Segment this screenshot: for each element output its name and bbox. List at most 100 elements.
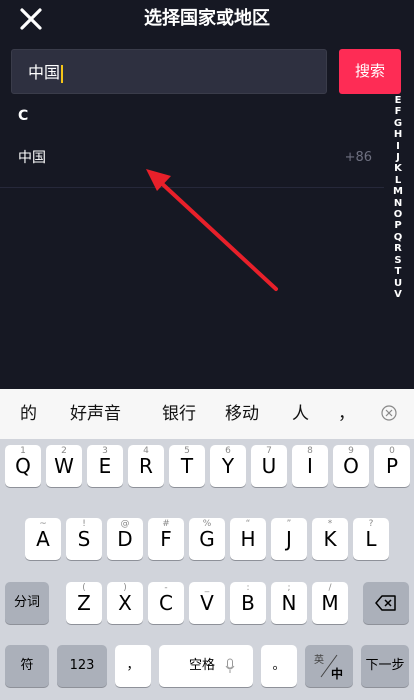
key-d[interactable]: @ D: [107, 518, 143, 560]
page-title: 选择国家或地区: [144, 8, 270, 29]
key-t[interactable]: 5T: [169, 445, 205, 487]
candidate-word[interactable]: 人: [292, 389, 309, 439]
key-w[interactable]: 2W: [46, 445, 82, 487]
alphabet-index-bar[interactable]: EFGHIJKLMNOPQRSTUV: [388, 95, 408, 300]
index-letter-h[interactable]: H: [388, 129, 408, 140]
fenci-key[interactable]: 分词: [5, 582, 49, 624]
key-label: H: [240, 527, 256, 551]
key-label: 分词: [13, 595, 40, 610]
index-letter-n[interactable]: N: [388, 198, 408, 209]
key-j[interactable]: ” J: [271, 518, 307, 560]
key-q[interactable]: 1Q: [5, 445, 41, 487]
close-icon[interactable]: [18, 6, 44, 32]
key-label: ，: [126, 658, 140, 673]
section-letter: C: [18, 108, 29, 124]
key-label: C: [159, 591, 173, 615]
index-letter-l[interactable]: L: [388, 175, 408, 186]
key-f[interactable]: # F: [148, 518, 184, 560]
space-key[interactable]: 空格: [159, 645, 253, 687]
key-e[interactable]: 3E: [87, 445, 123, 487]
key-z[interactable]: (Z: [66, 582, 102, 624]
index-letter-i[interactable]: I: [388, 141, 408, 152]
key-b[interactable]: :B: [230, 582, 266, 624]
key-label: K: [323, 527, 337, 551]
country-picker-screen: 选择国家或地区 中国 搜索 C 中国 +86 EFGHIJKLMNOPQRSTU…: [0, 0, 414, 389]
candidate-word[interactable]: 移动: [225, 389, 259, 439]
period-key[interactable]: 。: [261, 645, 297, 687]
close-candidates-icon[interactable]: [380, 404, 398, 422]
index-letter-g[interactable]: G: [388, 118, 408, 129]
key-label: N: [281, 591, 297, 615]
key-p[interactable]: 0P: [374, 445, 410, 487]
candidate-word[interactable]: ，: [338, 389, 355, 439]
backspace-key[interactable]: [363, 582, 409, 624]
key-l[interactable]: ? L: [353, 518, 389, 560]
search-input-value: 中国: [28, 63, 61, 82]
index-letter-e[interactable]: E: [388, 95, 408, 106]
index-letter-f[interactable]: F: [388, 106, 408, 117]
search-input[interactable]: 中国: [11, 49, 327, 94]
key-label: T: [180, 454, 194, 478]
key-label: J: [286, 527, 292, 551]
index-letter-q[interactable]: Q: [388, 232, 408, 243]
country-row-china[interactable]: 中国 +86: [0, 140, 384, 188]
key-i[interactable]: 8I: [292, 445, 328, 487]
country-dial-code: +86: [344, 150, 372, 165]
ime-keyboard: 的好声音 银行 移动人 ， 1 Q 2 W 3 E 4 R 5 T 6 Y 7 U 8 I 9 O 0 P ~ A! S @ D # F%…: [0, 389, 414, 700]
index-letter-t[interactable]: T: [388, 266, 408, 277]
key-label: 123: [69, 658, 95, 673]
symbol-key[interactable]: 符: [5, 645, 49, 687]
key-label: L: [365, 527, 377, 551]
key-n[interactable]: ; N: [271, 582, 307, 624]
index-letter-k[interactable]: K: [388, 163, 408, 174]
lang-zh-label: 中: [331, 667, 344, 681]
number-key[interactable]: 123: [57, 645, 107, 687]
key-label: I: [307, 454, 313, 478]
key-label: 符: [20, 658, 34, 673]
index-letter-r[interactable]: R: [388, 243, 408, 254]
key-o[interactable]: 9O: [333, 445, 369, 487]
key-label: R: [139, 454, 153, 478]
candidate-word[interactable]: 银行: [162, 389, 196, 439]
index-letter-v[interactable]: V: [388, 289, 408, 300]
key-label: O: [343, 454, 359, 478]
key-label: F: [160, 527, 172, 551]
key-label: U: [261, 454, 277, 478]
candidate-word[interactable]: 好声音: [70, 389, 121, 439]
index-letter-m[interactable]: M: [388, 186, 408, 197]
key-x[interactable]: ) X: [107, 582, 143, 624]
index-letter-s[interactable]: S: [388, 255, 408, 266]
key-label: B: [241, 591, 255, 615]
key-label: X: [118, 591, 132, 615]
key-label: A: [36, 527, 50, 551]
backspace-icon: [375, 595, 396, 611]
search-button[interactable]: 搜索: [339, 49, 401, 94]
key-c[interactable]: -C: [148, 582, 184, 624]
key-u[interactable]: 7U: [251, 445, 287, 487]
candidate-word[interactable]: 的: [20, 389, 37, 439]
comma-key[interactable]: ，: [115, 645, 151, 687]
key-label: P: [385, 454, 399, 478]
key-g[interactable]: % G: [189, 518, 225, 560]
key-a[interactable]: ~ A: [25, 518, 61, 560]
key-k[interactable]: * K: [312, 518, 348, 560]
key-h[interactable]: “H: [230, 518, 266, 560]
candidate-bar: 的好声音 银行 移动人 ，: [0, 389, 414, 439]
key-s[interactable]: ! S: [66, 518, 102, 560]
language-switch-key[interactable]: 英中: [305, 645, 353, 687]
index-letter-j[interactable]: J: [388, 152, 408, 163]
index-letter-u[interactable]: U: [388, 278, 408, 289]
key-label: 。: [272, 658, 286, 673]
key-r[interactable]: 4R: [128, 445, 164, 487]
key-label: E: [98, 454, 112, 478]
key-label: S: [77, 527, 91, 551]
index-letter-p[interactable]: P: [388, 220, 408, 231]
key-label: Z: [77, 591, 91, 615]
key-y[interactable]: 6Y: [210, 445, 246, 487]
key-m[interactable]: / M: [312, 582, 348, 624]
key-v[interactable]: _ V: [189, 582, 225, 624]
country-name: 中国: [18, 150, 46, 166]
key-label: Q: [15, 454, 31, 478]
index-letter-o[interactable]: O: [388, 209, 408, 220]
next-step-key[interactable]: 下一步: [361, 645, 409, 687]
